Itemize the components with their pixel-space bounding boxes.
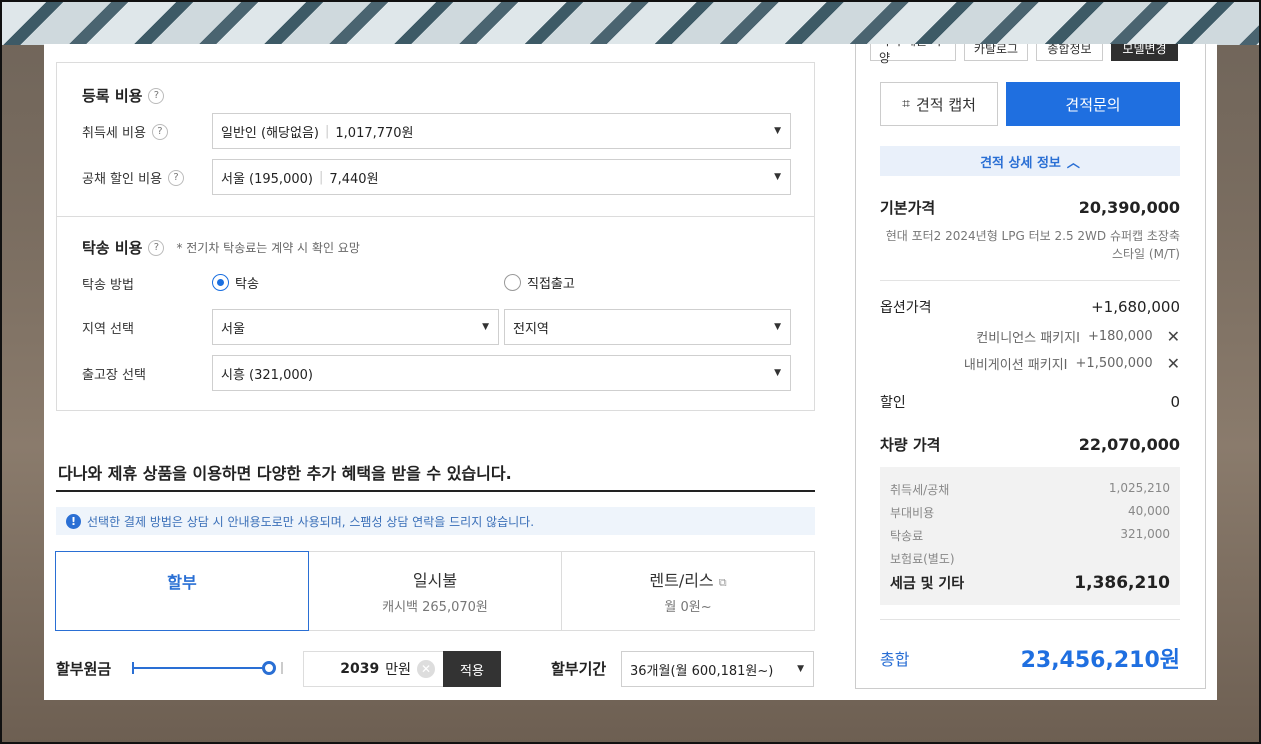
tax-total-row: 세금 및 기타 1,386,210 — [890, 573, 1170, 593]
clear-icon[interactable]: ✕ — [417, 660, 435, 678]
radio-unchecked-icon — [504, 274, 521, 291]
registration-section: 등록 비용 ? 취득세 비용 ? 일반인 (해당없음) | 1,017,770원… — [56, 62, 815, 216]
divider — [56, 490, 815, 492]
acquisition-label: 취득세 비용 ? — [82, 122, 168, 141]
region-select-1[interactable]: 서울 ▼ — [212, 309, 499, 345]
option-item: 컨비니언스 패키지Ⅰ +180,000 ✕ — [976, 327, 1180, 346]
crop-icon: ⌗ — [902, 96, 910, 112]
inquiry-button[interactable]: 견적문의 — [1006, 82, 1180, 126]
tax-box: 취득세/공채 1,025,210 부대비용 40,000 탁송료 321,000 보험… — [880, 467, 1180, 605]
help-icon[interactable]: ? — [148, 87, 165, 104]
close-icon[interactable]: ✕ — [1167, 327, 1180, 346]
delivery-note: * 전기차 탁송료는 계약 시 확인 요망 — [176, 241, 360, 255]
period-select[interactable]: 36개월(월 600,181원~) ▼ — [621, 651, 814, 687]
caret-down-icon: ▼ — [774, 126, 781, 136]
tax-row: 탁송료 321,000 — [890, 527, 1170, 543]
promo-heading: 다나와 제휴 상품을 이용하면 다양한 추가 혜택을 받을 수 있습니다. — [58, 464, 512, 483]
top-tabs: 가격·제원·사양 카탈로그 종합정보 모델변경 — [870, 44, 1178, 65]
cost-panel: 등록 비용 ? 취득세 비용 ? 일반인 (해당없음) | 1,017,770원… — [44, 44, 834, 700]
principal-label: 할부원금 — [56, 660, 112, 678]
model-description: 현대 포터2 2024년형 LPG 터보 2.5 2WD 슈퍼캡 초장축 스타일… — [885, 229, 1180, 261]
background-photo — [0, 0, 1261, 45]
caret-down-icon: ▼ — [774, 172, 781, 182]
tax-row: 보험료(별도) — [890, 552, 955, 566]
radio-pickup[interactable]: 직접출고 — [504, 273, 575, 292]
tab-catalog[interactable]: 카탈로그 — [964, 44, 1028, 61]
quote-page: 등록 비용 ? 취득세 비용 ? 일반인 (해당없음) | 1,017,770원… — [44, 44, 1217, 700]
tax-row: 취득세/공채 1,025,210 — [890, 481, 1170, 497]
vehicle-price-row: 차량 가격 22,070,000 — [880, 435, 1180, 454]
slider-handle[interactable] — [262, 661, 276, 675]
bond-label: 공채 할인 비용 ? — [82, 168, 185, 187]
close-icon[interactable]: ✕ — [1167, 354, 1180, 373]
payment-tabs: 할부 일시불 캐시백 265,070원 렌트/리스 ⧉ 월 0원~ — [55, 551, 815, 631]
acquisition-select[interactable]: 일반인 (해당없음) | 1,017,770원 ▼ — [212, 113, 791, 149]
principal-slider[interactable] — [132, 661, 283, 675]
caret-down-icon: ▼ — [482, 322, 489, 332]
help-icon[interactable]: ? — [168, 169, 185, 186]
chevron-up-icon: ︿ — [1066, 155, 1080, 171]
info-icon: ! — [66, 513, 81, 529]
method-label: 탁송 방법 — [82, 278, 134, 293]
notice-bar: ! 선택한 결제 방법은 상담 시 안내용도로만 사용되며, 스팸성 상담 연락… — [56, 507, 815, 535]
option-price-row: 옵션가격 +1,680,000 — [880, 298, 1180, 316]
discount-row: 할인 0 — [880, 393, 1180, 411]
help-icon[interactable]: ? — [148, 239, 165, 256]
apply-button[interactable]: 적용 — [443, 651, 501, 687]
region-select-2[interactable]: 전지역 ▼ — [504, 309, 791, 345]
period-label: 할부기간 — [551, 660, 607, 678]
tax-row: 부대비용 40,000 — [890, 504, 1170, 520]
delivery-section: 탁송 비용 ? * 전기차 탁송료는 계약 시 확인 요망 탁송 방법 탁송 직… — [56, 216, 815, 411]
external-link-icon: ⧉ — [718, 576, 727, 589]
factory-select[interactable]: 시흥 (321,000) ▼ — [212, 355, 791, 391]
radio-checked-icon — [212, 274, 229, 291]
principal-input[interactable]: 2039 만원 ✕ — [303, 651, 444, 687]
caret-down-icon: ▼ — [774, 322, 781, 332]
capture-button[interactable]: ⌗ 견적 캡처 — [880, 82, 998, 126]
tab-rent-lease[interactable]: 렌트/리스 ⧉ 월 0원~ — [562, 551, 815, 631]
caret-down-icon: ▼ — [774, 368, 781, 378]
grand-total-row: 총합 23,456,210원 — [880, 648, 1180, 673]
slider-track — [132, 667, 269, 669]
registration-title: 등록 비용 ? — [82, 85, 165, 106]
tab-installment[interactable]: 할부 — [55, 551, 309, 631]
radio-delivery[interactable]: 탁송 — [212, 273, 259, 292]
region-label: 지역 선택 — [82, 322, 134, 337]
bond-select[interactable]: 서울 (195,000) | 7,440원 ▼ — [212, 159, 791, 195]
tab-overview[interactable]: 종합정보 — [1036, 44, 1103, 61]
base-price-row: 기본가격 20,390,000 — [880, 198, 1180, 217]
option-item: 내비게이션 패키지Ⅰ +1,500,000 ✕ — [963, 354, 1180, 373]
caret-down-icon: ▼ — [797, 664, 804, 674]
tab-specs[interactable]: 가격·제원·사양 — [870, 44, 956, 65]
help-icon[interactable]: ? — [151, 123, 168, 140]
delivery-title: 탁송 비용 ? * 전기차 탁송료는 계약 시 확인 요망 — [82, 239, 360, 257]
tab-lump-sum[interactable]: 일시불 캐시백 265,070원 — [309, 551, 562, 631]
factory-label: 출고장 선택 — [82, 368, 146, 383]
quote-summary: 가격·제원·사양 카탈로그 종합정보 모델변경 ⌗ 견적 캡처 견적문의 견적 … — [855, 44, 1206, 689]
tab-model-change[interactable]: 모델변경 — [1111, 44, 1178, 61]
detail-toggle[interactable]: 견적 상세 정보 ︿ — [880, 146, 1180, 176]
